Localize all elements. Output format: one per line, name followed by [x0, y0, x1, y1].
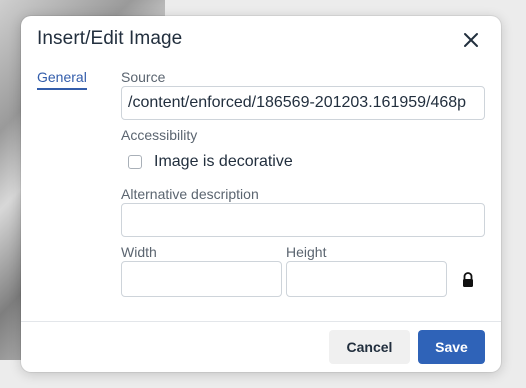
alt-description-label: Alternative description [121, 186, 259, 202]
insert-edit-image-dialog: Insert/Edit Image General Source Accessi… [21, 16, 501, 372]
cancel-button[interactable]: Cancel [329, 330, 410, 364]
width-label: Width [121, 244, 157, 260]
close-button[interactable] [457, 26, 485, 54]
source-label: Source [121, 69, 166, 85]
source-input[interactable] [121, 86, 485, 120]
height-label: Height [286, 244, 327, 260]
footer-divider [21, 321, 501, 322]
dialog-title: Insert/Edit Image [37, 28, 183, 49]
close-icon [464, 33, 478, 47]
save-button[interactable]: Save [418, 330, 485, 364]
tab-general[interactable]: General [37, 69, 87, 90]
decorative-label: Image is decorative [154, 153, 293, 170]
accessibility-label: Accessibility [121, 127, 198, 143]
alt-description-input[interactable] [121, 203, 485, 237]
height-input[interactable] [286, 261, 447, 297]
lock-icon[interactable] [461, 272, 475, 288]
width-input[interactable] [121, 261, 282, 297]
decorative-checkbox-row[interactable]: Image is decorative [128, 153, 293, 171]
decorative-checkbox[interactable] [128, 155, 142, 169]
